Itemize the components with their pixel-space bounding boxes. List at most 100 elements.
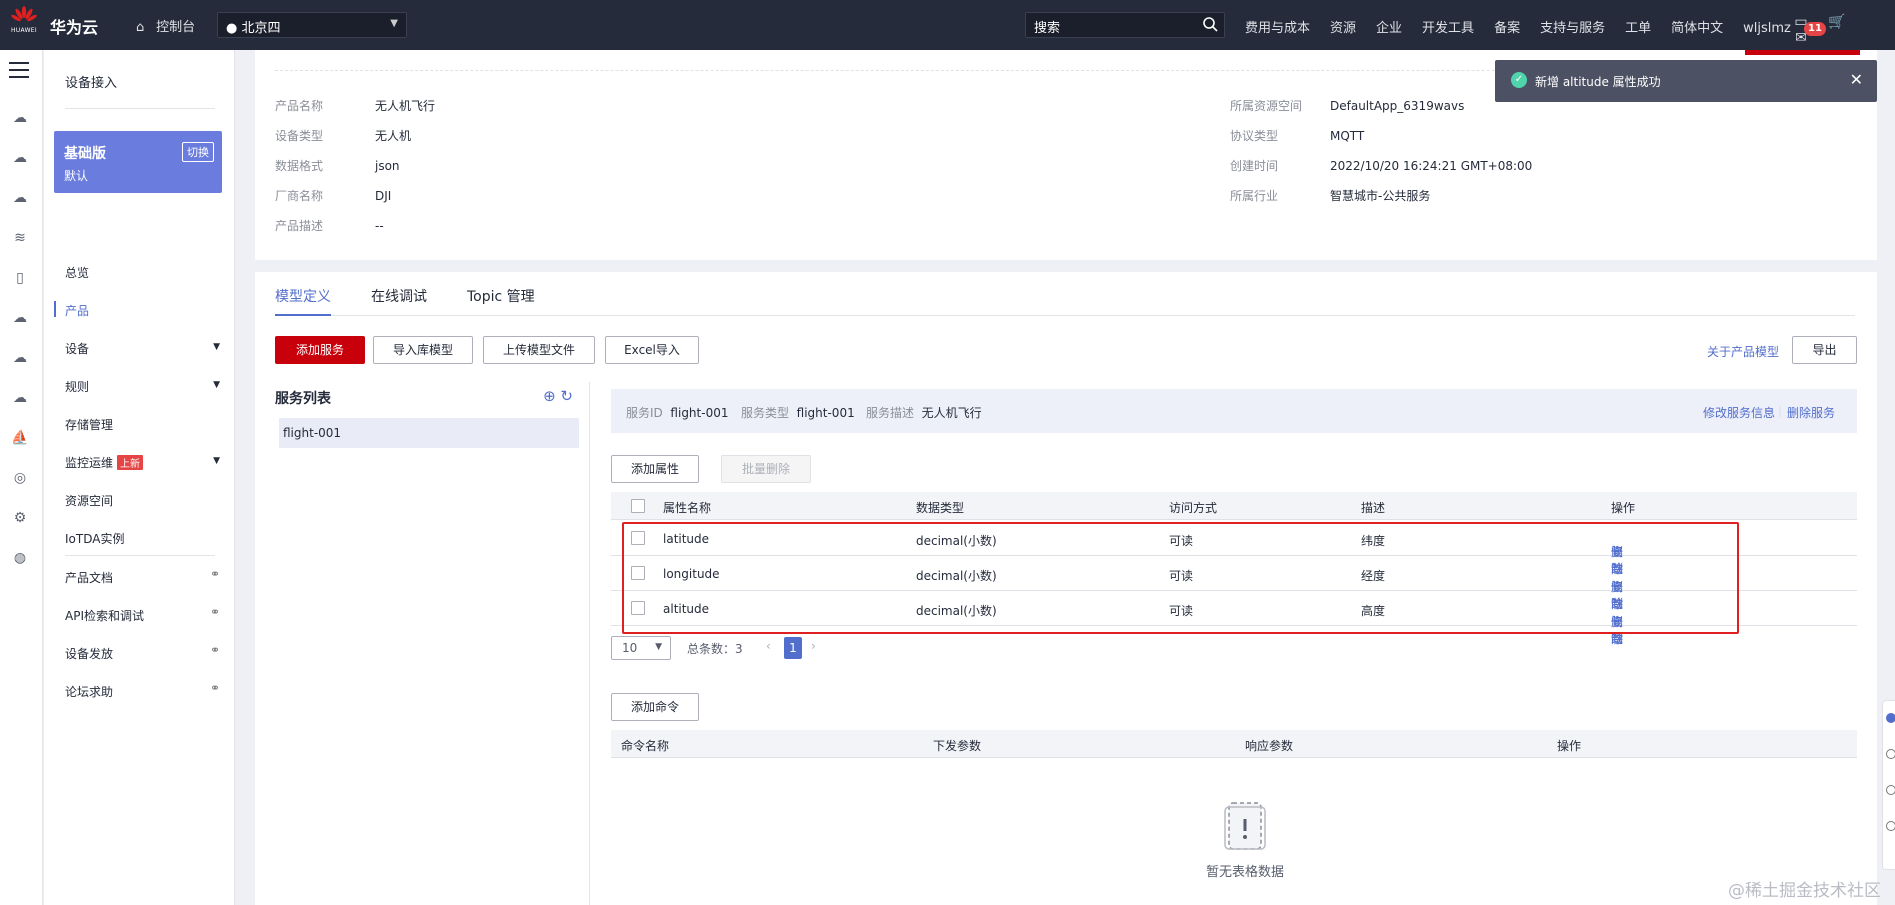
- caret-down-icon: ▼: [213, 456, 220, 466]
- region-select[interactable]: ● 北京四 ▼: [217, 12, 407, 38]
- select-all-checkbox[interactable]: [631, 499, 645, 513]
- sidebar-item-docs[interactable]: 产品文档 ⚭: [65, 567, 220, 586]
- tab-topic-management[interactable]: Topic 管理: [467, 286, 535, 314]
- sidebar-item-monitor[interactable]: 监控运维 上新 ▼: [65, 454, 220, 471]
- add-service-button[interactable]: 添加服务: [275, 336, 365, 364]
- nav-ticket[interactable]: 工单: [1625, 21, 1651, 36]
- sidebar-item-label: API检索和调试: [65, 609, 144, 623]
- cluster-icon[interactable]: ⚙: [10, 510, 30, 530]
- col-access: 访问方式: [1169, 501, 1218, 515]
- sidebar-item-product[interactable]: 产品: [65, 302, 220, 319]
- empty-table-text: 暂无表格数据: [1205, 865, 1284, 880]
- primary-button-edge: [1745, 50, 1860, 55]
- help-icon[interactable]: [1886, 749, 1895, 759]
- edition-card: 基础版 默认 切换: [54, 131, 222, 193]
- bridge-icon[interactable]: ≋: [10, 230, 30, 250]
- sidebar-divider: [65, 555, 215, 556]
- info-description: 产品描述 --: [275, 219, 384, 233]
- sidebar-title: 设备接入: [65, 76, 118, 91]
- add-command-button[interactable]: 添加命令: [611, 693, 699, 721]
- upload-model-file-button[interactable]: 上传模型文件: [483, 336, 595, 364]
- sidebar-item-resource-space[interactable]: 资源空间: [65, 492, 220, 509]
- watermark: @稀土掘金技术社区: [1728, 881, 1881, 901]
- cloud-network-icon[interactable]: ☁: [10, 310, 30, 330]
- device-icon[interactable]: ▯: [10, 270, 30, 290]
- sidebar-item-forum[interactable]: 论坛求助 ⚭: [65, 681, 220, 700]
- info-data-format: 数据格式 json: [275, 159, 400, 173]
- service-desc: 服务描述 无人机飞行: [866, 406, 982, 420]
- edit-service-link[interactable]: 修改服务信息: [1703, 404, 1775, 421]
- search-input[interactable]: 搜索: [1025, 12, 1225, 38]
- sidebar-item-provisioning[interactable]: 设备发放 ⚭: [65, 643, 220, 662]
- export-button[interactable]: 导出: [1792, 336, 1857, 364]
- about-product-model-link[interactable]: 关于产品模型: [1707, 343, 1779, 360]
- excel-import-button[interactable]: Excel导入: [605, 336, 699, 364]
- tab-bar: 模型定义 在线调试 Topic 管理: [275, 286, 1855, 316]
- cloud-link-icon[interactable]: ☁: [10, 350, 30, 370]
- refresh-icon[interactable]: ↻: [560, 387, 573, 405]
- nav-icp[interactable]: 备案: [1494, 21, 1520, 36]
- sidebar-item-device[interactable]: 设备 ▼: [65, 340, 220, 357]
- nav-resources[interactable]: 资源: [1330, 21, 1356, 36]
- sidebar-item-rules[interactable]: 规则 ▼: [65, 378, 220, 395]
- sidebar-item-overview[interactable]: 总览: [65, 264, 220, 281]
- feedback-icon[interactable]: [1886, 785, 1895, 795]
- mail-icon[interactable]: ✉ 11: [1790, 22, 1826, 46]
- sail-icon[interactable]: ⛵: [10, 430, 30, 450]
- nav-language[interactable]: 简体中文: [1671, 21, 1723, 36]
- support-icon[interactable]: [1886, 821, 1895, 831]
- cloud-sync-icon[interactable]: ☁: [10, 390, 30, 410]
- info-created-time: 创建时间 2022/10/20 16:24:21 GMT+08:00: [1230, 159, 1533, 173]
- console-link[interactable]: ⌂ 控制台: [136, 16, 195, 35]
- assistant-icon[interactable]: [1886, 713, 1895, 723]
- cloud-dots-icon[interactable]: ☁: [10, 150, 30, 170]
- tab-online-debug[interactable]: 在线调试: [371, 286, 427, 314]
- nav-enterprise[interactable]: 企业: [1376, 21, 1402, 36]
- close-icon[interactable]: ✕: [1850, 70, 1863, 89]
- add-property-button[interactable]: 添加属性: [611, 455, 699, 483]
- info-industry: 所属行业 智慧城市-公共服务: [1230, 189, 1431, 203]
- col-property-name: 属性名称: [663, 501, 712, 515]
- floating-toolbar[interactable]: [1882, 700, 1895, 870]
- next-page-icon[interactable]: ›: [811, 639, 816, 653]
- ip-icon[interactable]: ◎: [10, 470, 30, 490]
- sidebar-item-storage[interactable]: 存储管理: [65, 416, 220, 433]
- service-list-actions: ⊕ ↻: [543, 387, 573, 405]
- nav-devtools[interactable]: 开发工具: [1422, 21, 1474, 36]
- edition-switch-button[interactable]: 切换: [182, 142, 214, 162]
- delete-service-link[interactable]: 删除服务: [1787, 404, 1835, 421]
- huawei-logo[interactable]: HUAWEI: [6, 6, 42, 44]
- home-icon: ⌂: [136, 20, 145, 35]
- nav-user[interactable]: wljslmz: [1743, 21, 1791, 36]
- prev-page-icon[interactable]: ‹: [766, 639, 771, 653]
- info-protocol: 协议类型 MQTT: [1230, 129, 1365, 143]
- separator: |: [1778, 404, 1783, 418]
- service-info-bar: 服务ID flight-001 服务类型 flight-001 服务描述 无人机…: [611, 389, 1857, 433]
- cloud-db-icon[interactable]: ☁: [10, 190, 30, 210]
- page-1-button[interactable]: 1: [784, 637, 802, 659]
- cart-icon[interactable]: 🛒: [1826, 14, 1848, 30]
- caret-down-icon: ▼: [213, 380, 220, 390]
- nav-support[interactable]: 支持与服务: [1540, 21, 1605, 36]
- brand-name[interactable]: 华为云: [50, 14, 98, 38]
- tab-model-definition[interactable]: 模型定义: [275, 286, 331, 316]
- nav-cost[interactable]: 费用与成本: [1245, 21, 1310, 36]
- globe-icon[interactable]: ◍: [10, 550, 30, 570]
- caret-down-icon: ▼: [213, 342, 220, 352]
- menu-icon[interactable]: [9, 62, 29, 83]
- sidebar-item-iotda-instance[interactable]: IoTDA实例: [65, 530, 220, 547]
- add-circle-icon[interactable]: ⊕: [543, 387, 556, 405]
- batch-delete-button[interactable]: 批量删除: [721, 455, 811, 483]
- sidebar-item-api[interactable]: API检索和调试 ⚭: [65, 605, 220, 624]
- location-icon: ●: [226, 21, 238, 36]
- col-request-params: 下发参数: [933, 739, 982, 753]
- search-icon[interactable]: [1202, 16, 1218, 36]
- import-library-model-button[interactable]: 导入库模型: [373, 336, 473, 364]
- notify-badge: 11: [1804, 22, 1826, 36]
- col-response-params: 响应参数: [1245, 739, 1294, 753]
- sidebar-item-label: 设备: [65, 342, 90, 356]
- top-icons: ▭ 🛒✉ 11: [1790, 14, 1895, 46]
- cloud-icon[interactable]: ☁: [10, 110, 30, 130]
- page-size-select[interactable]: 10 ▼: [611, 636, 671, 660]
- service-list-item[interactable]: flight-001: [279, 418, 579, 448]
